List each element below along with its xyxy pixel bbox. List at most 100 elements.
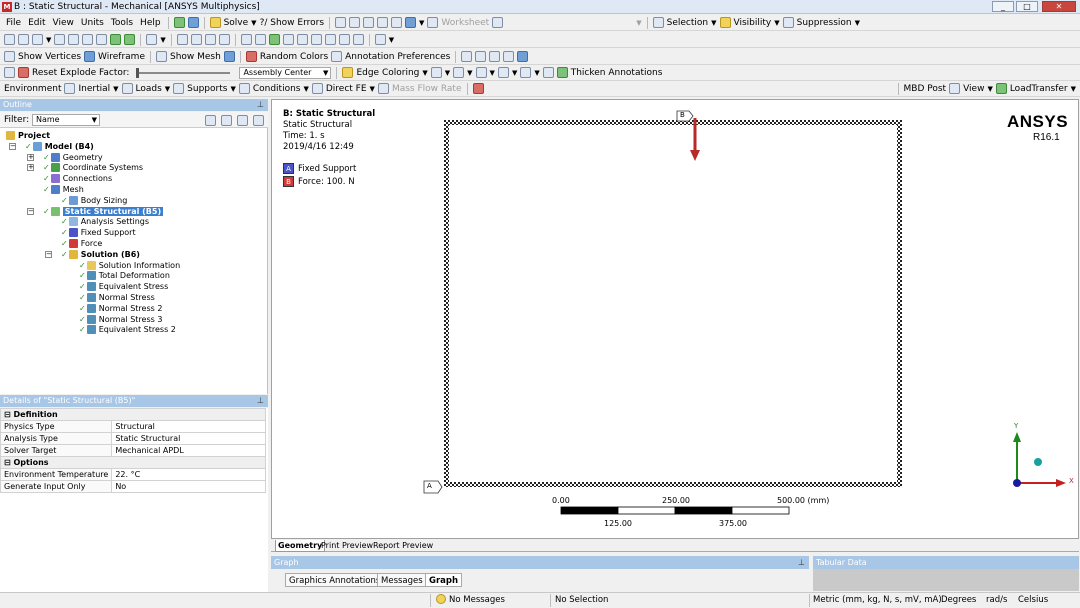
filter-select[interactable]: Name ▼ xyxy=(32,114,100,126)
chevron-down-icon[interactable]: ▼ xyxy=(160,36,165,44)
details-value[interactable]: No xyxy=(111,480,266,493)
edge-tool-4-icon[interactable] xyxy=(503,51,515,62)
outline-tool-3-icon[interactable] xyxy=(237,115,248,126)
tree-node[interactable]: ✓ Normal Stress 3 xyxy=(79,314,162,325)
vertex-select-icon[interactable] xyxy=(54,34,66,45)
pin-icon[interactable]: ⊥ xyxy=(257,395,264,407)
direct-fe-button[interactable]: Direct FE xyxy=(326,84,367,94)
face-select-icon[interactable] xyxy=(82,34,94,45)
tree-node[interactable]: ✓ Fixed Support xyxy=(61,227,136,238)
collapse-icon[interactable]: − xyxy=(27,207,34,215)
menu-tools[interactable]: Tools xyxy=(109,18,135,28)
chevron-down-icon[interactable]: ▼ xyxy=(711,19,716,27)
tab-messages[interactable]: Messages xyxy=(377,573,427,587)
minimize-button[interactable]: _ xyxy=(992,1,1014,12)
explode-factor-slider[interactable] xyxy=(136,67,231,78)
chevron-down-icon[interactable]: ▼ xyxy=(251,19,256,27)
wireframe-button[interactable]: Wireframe xyxy=(98,52,145,62)
mbd-post-button[interactable]: MBD Post xyxy=(904,84,947,94)
tree-node[interactable]: ✓ Normal Stress xyxy=(79,292,155,303)
zoom-icon[interactable] xyxy=(204,34,216,45)
chevron-down-icon[interactable]: ▼ xyxy=(534,69,539,77)
suppression-button[interactable]: Suppression xyxy=(797,18,852,28)
outline-tool-2-icon[interactable] xyxy=(221,115,232,126)
isometric-view-ball[interactable] xyxy=(1034,458,1042,466)
menu-edit[interactable]: Edit xyxy=(26,18,47,28)
tree-node[interactable]: ✓ Total Deformation xyxy=(79,270,170,281)
box-zoom-icon[interactable] xyxy=(218,34,230,45)
tree-node[interactable]: ✓ Body Sizing xyxy=(61,195,127,206)
zoom-window-icon[interactable] xyxy=(282,34,294,45)
conditions-button[interactable]: Conditions xyxy=(253,84,301,94)
show-vertices-button[interactable]: Show Vertices xyxy=(18,52,81,62)
tab-report-preview[interactable]: Report Preview xyxy=(371,540,435,552)
chevron-down-icon[interactable]: ▼ xyxy=(987,85,992,93)
select-point-icon[interactable] xyxy=(4,34,15,45)
outline-tool-1-icon[interactable] xyxy=(205,115,216,126)
edge-style-5-icon[interactable] xyxy=(520,67,532,78)
collapse-icon[interactable]: − xyxy=(9,142,16,150)
pin-icon[interactable]: ⊥ xyxy=(798,556,805,569)
chevron-down-icon[interactable]: ▼ xyxy=(490,69,495,77)
tree-node[interactable]: ✓ Geometry xyxy=(43,152,103,163)
edge-tool-3-icon[interactable] xyxy=(489,51,501,62)
menu-view[interactable]: View xyxy=(51,18,76,28)
image-icon[interactable] xyxy=(405,17,417,28)
assembly-center-select[interactable]: Assembly Center ▼ xyxy=(239,66,332,79)
details-category-cell[interactable]: ⊟ Options xyxy=(0,456,266,469)
chevron-down-icon[interactable]: ▼ xyxy=(230,85,235,93)
next-view-icon[interactable] xyxy=(310,34,322,45)
tree-node[interactable]: ✓ Coordinate Systems xyxy=(43,162,143,173)
camera-icon[interactable] xyxy=(324,34,336,45)
solve-button[interactable]: Solve xyxy=(224,18,249,28)
tab-graphics-annotations[interactable]: Graphics Annotations xyxy=(285,573,385,587)
node-select-icon[interactable] xyxy=(110,34,122,45)
3d-box-icon[interactable] xyxy=(517,51,529,62)
chevron-down-icon[interactable]: ▼ xyxy=(46,36,51,44)
chevron-down-icon[interactable]: ▼ xyxy=(1071,85,1076,93)
edge-style-4-icon[interactable] xyxy=(497,67,509,78)
tree-node[interactable]: ✓ Equivalent Stress 2 xyxy=(79,324,176,335)
tree-node[interactable]: ✓ Force xyxy=(61,238,102,249)
tag-icon[interactable] xyxy=(352,34,364,45)
edge-tool-1-icon[interactable] xyxy=(461,51,473,62)
body-select-icon[interactable] xyxy=(96,34,108,45)
details-value[interactable]: 22. °C xyxy=(111,468,266,481)
tree-node[interactable]: ✓ Model (B4) xyxy=(25,141,94,152)
collapse-icon[interactable]: ⊟ xyxy=(4,458,14,467)
menu-help[interactable]: Help xyxy=(138,18,163,28)
load-transfer-button[interactable]: LoadTransfer xyxy=(1010,84,1068,94)
model-body[interactable] xyxy=(449,125,897,482)
tree-node[interactable]: ✓ Normal Stress 2 xyxy=(79,303,162,314)
maximize-button[interactable]: □ xyxy=(1016,1,1038,12)
expand-icon[interactable]: + xyxy=(27,164,34,172)
collapse-icon[interactable]: ⊟ xyxy=(4,410,14,419)
tree-node[interactable]: ✓ Mesh xyxy=(43,184,84,195)
random-colors-button[interactable]: Random Colors xyxy=(260,52,328,62)
element-select-icon[interactable] xyxy=(124,34,136,45)
cursor-select-icon[interactable] xyxy=(492,17,504,28)
details-category-cell[interactable]: ⊟ Definition xyxy=(0,408,266,421)
chevron-down-icon[interactable]: ▼ xyxy=(445,69,450,77)
details-value[interactable]: Structural xyxy=(111,420,266,433)
show-errors-button[interactable]: ?/ Show Errors xyxy=(260,18,324,28)
worksheet-button[interactable]: Worksheet xyxy=(441,18,489,28)
tree-node[interactable]: ✓ Connections xyxy=(43,173,112,184)
supports-button[interactable]: Supports xyxy=(187,84,227,94)
chevron-down-icon[interactable]: ▼ xyxy=(419,19,424,27)
menu-file[interactable]: File xyxy=(4,18,23,28)
box-select-icon[interactable] xyxy=(32,34,43,45)
thicken-annotations-button[interactable]: Thicken Annotations xyxy=(571,68,663,78)
edge-style-3-icon[interactable] xyxy=(475,67,487,78)
previous-view-icon[interactable] xyxy=(296,34,308,45)
tree-node[interactable]: ✓ Equivalent Stress xyxy=(79,281,168,292)
expand-icon[interactable]: + xyxy=(27,153,34,161)
chevron-down-icon[interactable]: ▼ xyxy=(303,85,308,93)
image-capture-icon[interactable] xyxy=(338,34,350,45)
magnifier-icon[interactable] xyxy=(254,34,266,45)
chevron-down-icon[interactable]: ▼ xyxy=(636,19,641,27)
status-temp-units[interactable]: Celsius xyxy=(1018,595,1048,605)
extend-selection-icon[interactable] xyxy=(146,34,158,45)
tree-arrow-icon[interactable] xyxy=(187,17,199,28)
check-icon[interactable] xyxy=(173,17,185,28)
